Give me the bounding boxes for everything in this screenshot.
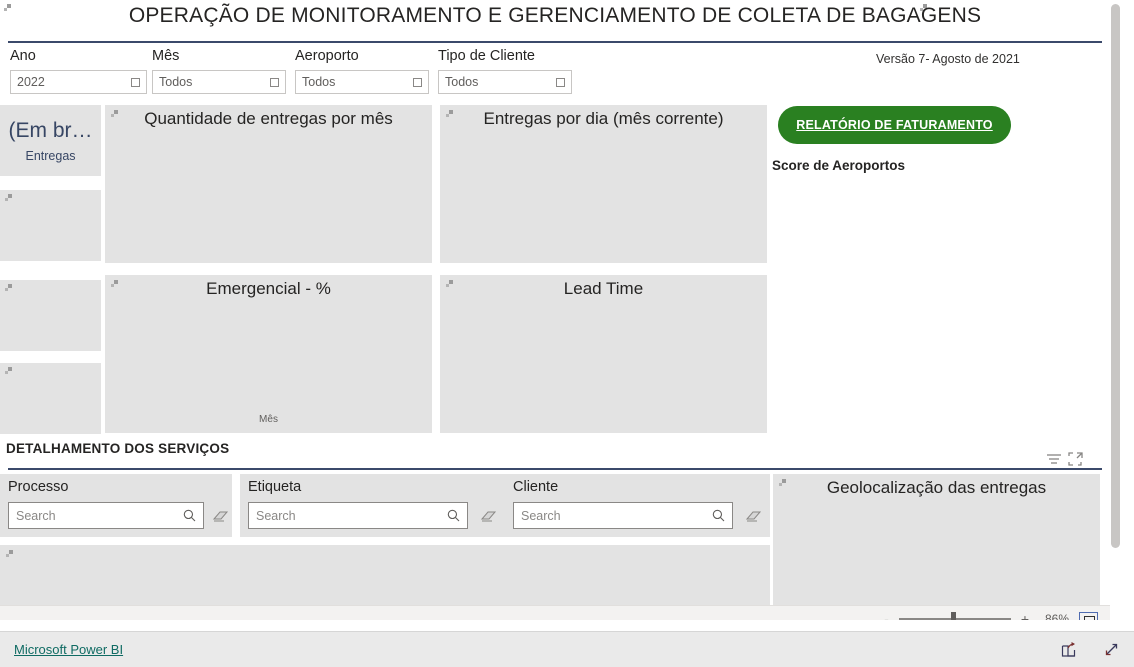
slicer-mes-value: Todos	[159, 75, 193, 89]
dropdown-caret-icon[interactable]	[270, 77, 279, 87]
card-entregas[interactable]: (Em br… Entregas	[0, 105, 101, 176]
visual-title: Emergencial - %	[206, 279, 331, 298]
slicer-aeroporto-label: Aeroporto	[295, 48, 359, 64]
footer-icon-group	[1060, 641, 1120, 658]
power-bi-report-window: OPERAÇÃO DE MONITORAMENTO E GERENCIAMENT…	[0, 0, 1134, 667]
zoom-control-bar: - + 86%	[0, 605, 1110, 620]
detail-section-heading: DETALHAMENTO DOS SERVIÇOS	[6, 441, 230, 456]
dropdown-caret-icon[interactable]	[131, 77, 140, 87]
eraser-icon[interactable]	[745, 510, 762, 523]
slicer-aeroporto-dropdown[interactable]: Todos	[295, 70, 429, 94]
slicer-tipo-cliente-label: Tipo de Cliente	[438, 48, 535, 64]
card-entregas-value: (Em br…	[8, 119, 93, 142]
visual-title: Entregas por dia (mês corrente)	[483, 109, 724, 128]
slicer-cliente: Cliente Search	[505, 474, 770, 537]
visual-geolocalizacao[interactable]: Geolocalização das entregas	[773, 474, 1100, 611]
zoom-slider[interactable]	[898, 611, 1011, 620]
visual-emergencial-percent[interactable]: Emergencial - % Mês	[105, 275, 432, 433]
search-icon[interactable]	[183, 509, 196, 522]
visual-lead-time[interactable]: Lead Time	[440, 275, 767, 433]
search-placeholder: Search	[16, 508, 56, 523]
slicer-tipo-cliente-value: Todos	[445, 75, 479, 89]
visual-header-icons	[1046, 452, 1083, 466]
search-placeholder: Search	[256, 508, 296, 523]
card-placeholder-2[interactable]	[0, 190, 101, 261]
card-placeholder-3[interactable]	[0, 280, 101, 351]
card-entregas-label: Entregas	[25, 149, 76, 163]
fullscreen-icon[interactable]	[1103, 641, 1120, 658]
slicer-processo: Processo Search	[0, 474, 232, 537]
zoom-out-button[interactable]: -	[884, 612, 889, 621]
slicer-mes-dropdown[interactable]: Todos	[152, 70, 286, 94]
title-divider	[8, 41, 1102, 43]
report-footer: Microsoft Power BI	[0, 631, 1134, 667]
report-canvas: OPERAÇÃO DE MONITORAMENTO E GERENCIAMENT…	[0, 0, 1110, 620]
eraser-icon[interactable]	[212, 510, 229, 523]
slicer-processo-search-input[interactable]: Search	[8, 502, 204, 529]
slicer-processo-label: Processo	[8, 479, 69, 495]
version-text: Versão 7- Agosto de 2021	[876, 52, 1020, 66]
microsoft-power-bi-link[interactable]: Microsoft Power BI	[14, 642, 123, 657]
visual-drag-handle-icon	[5, 367, 14, 376]
slicer-etiqueta: Etiqueta Search	[240, 474, 505, 537]
slicer-aeroporto-value: Todos	[302, 75, 336, 89]
visual-detalhamento-table[interactable]	[0, 545, 770, 611]
relatorio-faturamento-button[interactable]: RELATÓRIO DE FATURAMENTO	[778, 106, 1011, 144]
slicer-aeroporto: Aeroporto Todos	[295, 48, 429, 94]
slicer-cliente-label: Cliente	[513, 479, 559, 495]
slicer-tipo-cliente-dropdown[interactable]: Todos	[438, 70, 572, 94]
slicer-ano: Ano 2022	[10, 48, 147, 94]
report-title-bar: OPERAÇÃO DE MONITORAMENTO E GERENCIAMENT…	[0, 0, 1110, 41]
slicer-mes: Mês Todos	[152, 48, 286, 94]
score-aeroportos-label: Score de Aeroportos	[772, 158, 906, 173]
slicer-ano-dropdown[interactable]: 2022	[10, 70, 147, 94]
visual-entregas-por-dia[interactable]: Entregas por dia (mês corrente)	[440, 105, 767, 263]
slicer-etiqueta-search-input[interactable]: Search	[248, 502, 468, 529]
slicer-etiqueta-label: Etiqueta	[248, 479, 302, 495]
dropdown-caret-icon[interactable]	[556, 77, 565, 87]
visual-title: Lead Time	[563, 279, 644, 298]
relatorio-faturamento-label: RELATÓRIO DE FATURAMENTO	[796, 118, 993, 132]
eraser-icon[interactable]	[480, 510, 497, 523]
slicer-ano-value: 2022	[17, 75, 45, 89]
visual-title: Quantidade de entregas por mês	[144, 109, 393, 128]
filter-sort-icon[interactable]	[1046, 453, 1062, 466]
detail-divider	[8, 468, 1102, 470]
slicer-ano-label: Ano	[10, 48, 36, 64]
vertical-scrollbar-thumb[interactable]	[1111, 4, 1120, 548]
card-placeholder-4[interactable]	[0, 363, 101, 434]
slicer-tipo-cliente: Tipo de Cliente Todos	[438, 48, 572, 94]
slicer-mes-label: Mês	[152, 48, 180, 64]
page-title: OPERAÇÃO DE MONITORAMENTO E GERENCIAMENT…	[128, 4, 982, 27]
focus-mode-icon[interactable]	[1068, 452, 1083, 466]
slicer-cliente-search-input[interactable]: Search	[513, 502, 733, 529]
visual-quantidade-entregas-por-mes[interactable]: Quantidade de entregas por mês	[105, 105, 432, 263]
vertical-scrollbar[interactable]	[1111, 2, 1120, 606]
visual-drag-handle-icon	[5, 194, 14, 203]
search-icon[interactable]	[712, 509, 725, 522]
zoom-in-button[interactable]: +	[1021, 612, 1029, 621]
share-icon[interactable]	[1060, 641, 1077, 658]
visual-x-axis-label: Mês	[259, 414, 278, 425]
zoom-level-value: 86%	[1044, 611, 1069, 621]
search-placeholder: Search	[521, 508, 561, 523]
dropdown-caret-icon[interactable]	[413, 77, 422, 87]
visual-drag-handle-icon	[6, 550, 15, 559]
visual-drag-handle-icon	[5, 284, 14, 293]
search-icon[interactable]	[447, 509, 460, 522]
visual-title: Geolocalização das entregas	[826, 478, 1047, 497]
zoom-slider-thumb[interactable]	[950, 611, 956, 620]
fit-to-page-icon[interactable]	[1079, 611, 1098, 620]
